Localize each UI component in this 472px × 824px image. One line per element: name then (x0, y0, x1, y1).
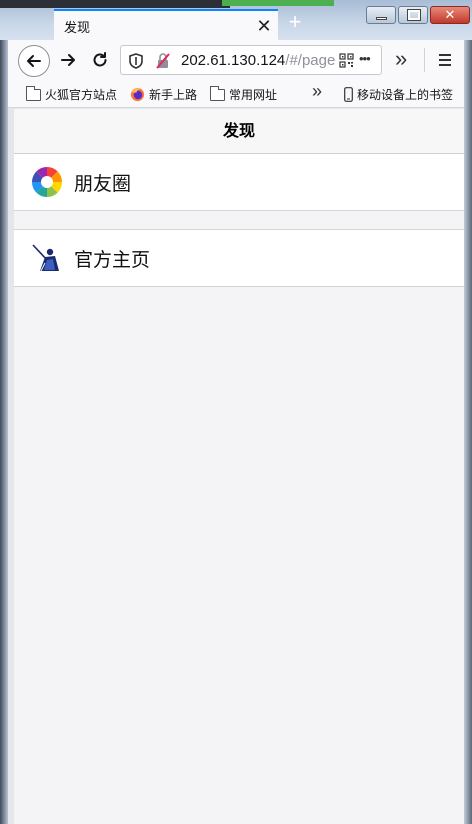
bookmark-folder-firefox-official[interactable]: 火狐官方站点 (26, 85, 118, 103)
firefox-icon (130, 87, 145, 102)
qr-code-icon[interactable] (339, 53, 354, 68)
forward-button[interactable] (56, 48, 80, 72)
desktop-accent-strip (222, 0, 334, 6)
page-title: 发现 (14, 109, 464, 154)
list-item-moments[interactable]: 朋友圈 (14, 154, 464, 211)
toolbar-overflow-icon[interactable]: » (395, 46, 407, 72)
forward-arrow-icon (61, 54, 75, 66)
close-window-button[interactable]: ✕ (430, 6, 470, 24)
list-item-label: 官方主页 (74, 249, 151, 271)
window-frame-left (0, 0, 8, 824)
new-tab-button[interactable]: + (282, 10, 308, 36)
title-bar: 发现 ✕ + ✕ (0, 0, 472, 41)
back-button[interactable] (18, 45, 50, 77)
list-item-official-homepage[interactable]: 官方主页 (14, 230, 464, 287)
address-bar[interactable]: 202.61.130.124/#/page ••• (120, 45, 382, 75)
browser-window: 发现 ✕ + ✕ 202.61.130.124/#/page ••• » 火狐官… (0, 0, 472, 824)
nav-toolbar: 202.61.130.124/#/page ••• » (8, 40, 464, 80)
bookmark-label: 火狐官方站点 (45, 88, 118, 102)
insecure-connection-icon[interactable] (155, 52, 171, 70)
list-item-label: 朋友圈 (74, 173, 132, 195)
mobile-bookmarks[interactable]: 移动设备上的书签 (344, 86, 453, 103)
folder-icon (26, 85, 41, 101)
desktop-strip (0, 0, 230, 8)
url-text[interactable]: 202.61.130.124/#/page (181, 52, 335, 69)
bookmark-label: 移动设备上的书签 (357, 88, 454, 102)
bookmark-getting-started[interactable]: 新手上路 (130, 86, 197, 103)
samurai-icon (30, 241, 64, 275)
page-actions-menu-icon[interactable]: ••• (359, 51, 371, 66)
section-spacer (14, 211, 464, 230)
maximize-icon (407, 9, 421, 21)
minimize-icon (376, 17, 387, 20)
maximize-button[interactable] (398, 6, 428, 24)
bookmark-label: 新手上路 (149, 88, 198, 102)
mobile-device-icon (344, 87, 353, 102)
close-tab-icon[interactable]: ✕ (250, 16, 278, 37)
web-page: 发现 朋友圈 官方主页 (14, 109, 464, 824)
hamburger-menu-icon[interactable] (438, 53, 452, 67)
url-host: 202.61.130.124 (181, 51, 286, 69)
minimize-button[interactable] (366, 6, 396, 24)
window-frame-right (464, 0, 472, 824)
bookmark-label: 常用网址 (229, 88, 278, 102)
reload-icon (93, 52, 107, 67)
tab-title: 发现 (64, 19, 91, 35)
back-arrow-icon (27, 55, 41, 67)
toolbar-separator (424, 48, 425, 72)
window-controls: ✕ (366, 6, 470, 24)
reload-button[interactable] (88, 48, 112, 72)
bookmarks-toolbar: 火狐官方站点 新手上路 常用网址 » 移动设备上的书签 (8, 80, 464, 108)
url-path: /#/page (285, 51, 335, 69)
folder-icon (210, 85, 225, 101)
active-tab[interactable]: 发现 ✕ (54, 9, 278, 41)
bookmarks-overflow-icon[interactable]: » (312, 81, 322, 102)
tracking-shield-icon[interactable] (129, 53, 143, 69)
moments-aperture-icon (30, 165, 64, 199)
bookmark-folder-common-sites[interactable]: 常用网址 (210, 85, 278, 103)
